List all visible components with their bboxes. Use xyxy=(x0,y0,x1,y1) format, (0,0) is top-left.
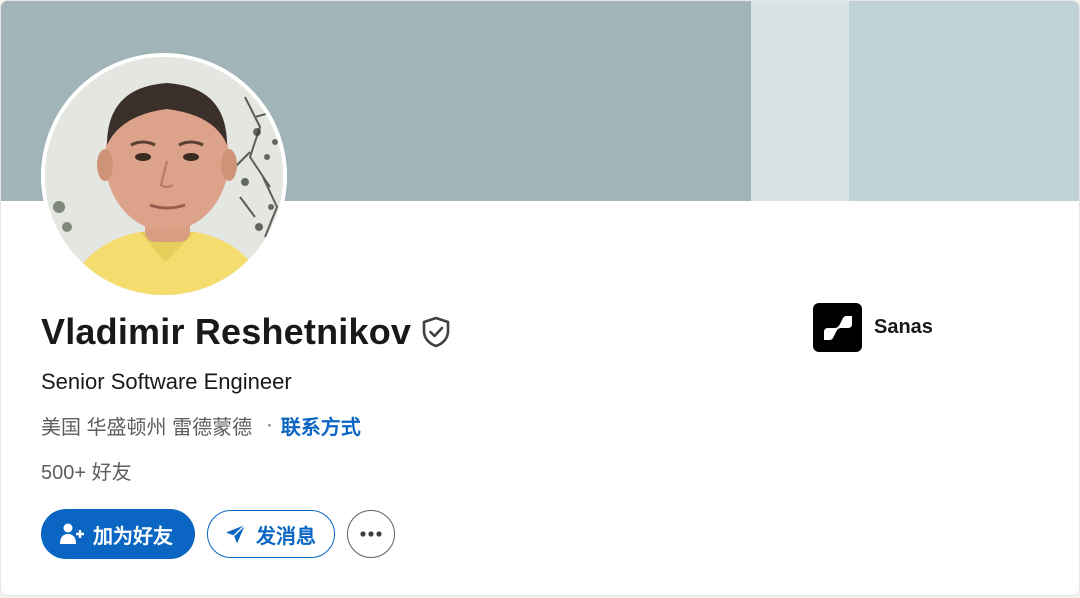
add-friend-button[interactable]: 加为好友 xyxy=(41,509,195,559)
avatar-photo xyxy=(45,57,283,295)
profile-avatar[interactable] xyxy=(41,53,287,299)
location-row: 美国 华盛顿州 雷德蒙德 · 联系方式 xyxy=(41,411,361,440)
location-separator: · xyxy=(266,414,273,436)
sanas-logo-icon xyxy=(813,303,862,352)
name-row: Vladimir Reshetnikov xyxy=(41,309,451,355)
profile-card: Vladimir Reshetnikov Senior Software Eng… xyxy=(0,0,1080,596)
profile-name: Vladimir Reshetnikov xyxy=(41,311,412,352)
more-horizontal-icon xyxy=(360,531,382,537)
banner-band-right xyxy=(849,1,1079,201)
contact-info-link[interactable]: 联系方式 xyxy=(281,411,361,440)
connections-count[interactable]: 500+ 好友 xyxy=(41,456,132,485)
add-person-icon xyxy=(59,522,85,546)
profile-actions: 加为好友 发消息 xyxy=(41,509,395,559)
profile-headline: Senior Software Engineer xyxy=(41,369,292,394)
profile-location: 美国 华盛顿州 雷德蒙德 xyxy=(41,417,253,439)
send-icon xyxy=(224,522,248,546)
add-friend-label: 加为好友 xyxy=(93,525,173,548)
message-label: 发消息 xyxy=(256,525,316,548)
verified-shield-icon[interactable] xyxy=(421,316,451,348)
message-button[interactable]: 发消息 xyxy=(207,510,335,558)
more-actions-button[interactable] xyxy=(347,510,395,558)
company-name: Sanas xyxy=(874,316,933,338)
current-company[interactable]: Sanas xyxy=(813,303,933,352)
